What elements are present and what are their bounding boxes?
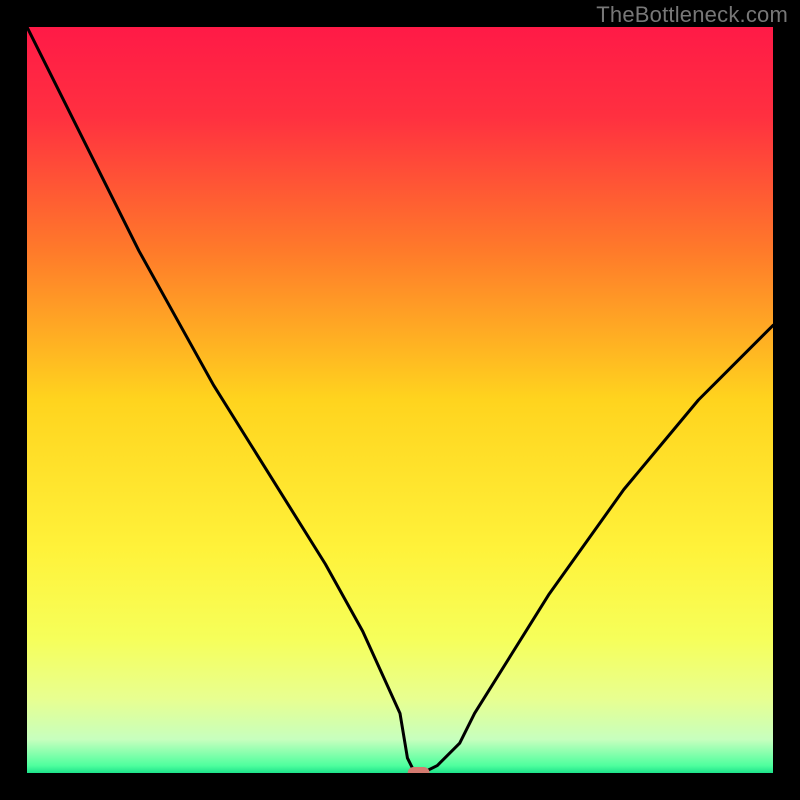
gradient-background [27, 27, 773, 773]
optimal-point-marker [408, 767, 430, 773]
watermark-text: TheBottleneck.com [596, 2, 788, 28]
chart-frame: TheBottleneck.com [0, 0, 800, 800]
bottleneck-chart [27, 27, 773, 773]
plot-area [27, 27, 773, 773]
